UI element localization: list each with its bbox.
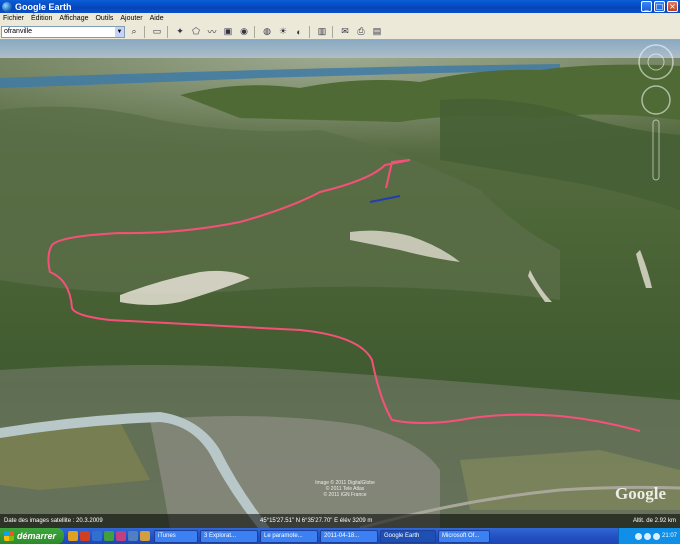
- toolbar-divider: [167, 25, 168, 38]
- status-bar: Date des images satellite : 20.3.2009 45…: [0, 514, 680, 528]
- search-input[interactable]: ofranville ▼: [1, 25, 125, 38]
- task-folder[interactable]: 2011-04-18...: [320, 529, 378, 543]
- start-label: démarrer: [17, 531, 57, 541]
- tray-icon[interactable]: [652, 532, 660, 540]
- windows-taskbar: démarrer iTunes 3 Explorat... Le paramot…: [0, 528, 680, 544]
- task-microsoft-office[interactable]: Microsoft Of...: [438, 529, 490, 543]
- quicklaunch-icon[interactable]: [104, 531, 114, 541]
- menu-add[interactable]: Ajouter: [120, 15, 142, 22]
- clock: 21:07: [661, 533, 677, 539]
- quicklaunch-icon[interactable]: [80, 531, 90, 541]
- tray-icon[interactable]: [634, 532, 642, 540]
- quicklaunch-icon[interactable]: [68, 531, 78, 541]
- quick-launch: [68, 531, 152, 541]
- path-icon[interactable]: 〰: [205, 25, 219, 38]
- image-overlay-icon[interactable]: ▣: [221, 25, 235, 38]
- maps-icon[interactable]: ▤: [370, 25, 384, 38]
- credit-line: © 2011 IGN France: [323, 492, 367, 498]
- toolbar: ofranville ▼ ⌕ ▭ ✦ ⬠ 〰 ▣ ◉ ◍ ☀ ◐ ▥ ✉ ⎙ ▤: [0, 24, 680, 40]
- menu-edit[interactable]: Édition: [31, 15, 52, 22]
- ruler-icon[interactable]: ▥: [315, 25, 329, 38]
- windows-logo-icon: [4, 531, 14, 541]
- task-google-earth[interactable]: Google Earth: [380, 529, 436, 543]
- imagery-date: Date des images satellite : 20.3.2009: [4, 518, 103, 524]
- title-bar: Google Earth _ □ ×: [0, 0, 680, 13]
- planet-icon[interactable]: ◐: [292, 25, 306, 38]
- email-icon[interactable]: ✉: [338, 25, 352, 38]
- terrain-render[interactable]: [0, 40, 680, 528]
- task-itunes[interactable]: iTunes: [154, 529, 198, 543]
- menu-view[interactable]: Affichage: [59, 15, 88, 22]
- minimize-button[interactable]: _: [641, 1, 652, 12]
- toolbar-divider: [144, 25, 145, 38]
- quicklaunch-icon[interactable]: [116, 531, 126, 541]
- sun-icon[interactable]: ☀: [276, 25, 290, 38]
- earth-icon[interactable]: ◍: [260, 25, 274, 38]
- search-value: ofranville: [4, 28, 33, 35]
- maximize-button[interactable]: □: [654, 1, 665, 12]
- polygon-icon[interactable]: ⬠: [189, 25, 203, 38]
- start-button[interactable]: démarrer: [0, 528, 64, 544]
- toolbar-divider: [309, 25, 310, 38]
- image-credit: Image © 2011 DigitalGlobe © 2011 Tele At…: [300, 480, 390, 498]
- earth-3d-view[interactable]: Image © 2011 DigitalGlobe © 2011 Tele At…: [0, 40, 680, 528]
- search-icon[interactable]: ⌕: [127, 25, 141, 38]
- chevron-down-icon[interactable]: ▼: [115, 26, 124, 37]
- menu-tools[interactable]: Outils: [95, 15, 113, 22]
- sidebar-toggle-icon[interactable]: ▭: [150, 25, 164, 38]
- tray-icon[interactable]: [643, 532, 651, 540]
- menu-help[interactable]: Aide: [150, 15, 164, 22]
- menu-file[interactable]: Fichier: [3, 15, 24, 22]
- print-icon[interactable]: ⎙: [354, 25, 368, 38]
- coordinates-readout: 45°15'27.51" N 6°35'27.70" E élév 3209 m: [260, 518, 373, 524]
- toolbar-divider: [254, 25, 255, 38]
- quicklaunch-icon[interactable]: [128, 531, 138, 541]
- close-button[interactable]: ×: [667, 1, 678, 12]
- google-logo: Google: [615, 484, 666, 503]
- quicklaunch-icon[interactable]: [140, 531, 150, 541]
- task-paramoteur[interactable]: Le paramote...: [260, 529, 318, 543]
- tour-icon[interactable]: ◉: [237, 25, 251, 38]
- menu-bar: Fichier Édition Affichage Outils Ajouter…: [0, 13, 680, 24]
- system-tray: 21:07: [618, 528, 680, 544]
- placemark-icon[interactable]: ✦: [173, 25, 187, 38]
- eye-altitude: Altit. de 2.92 km: [632, 518, 676, 524]
- google-earth-icon: [2, 1, 12, 12]
- quicklaunch-icon[interactable]: [92, 531, 102, 541]
- task-explorer[interactable]: 3 Explorat...: [200, 529, 258, 543]
- window-title: Google Earth: [15, 1, 72, 12]
- toolbar-divider: [332, 25, 333, 38]
